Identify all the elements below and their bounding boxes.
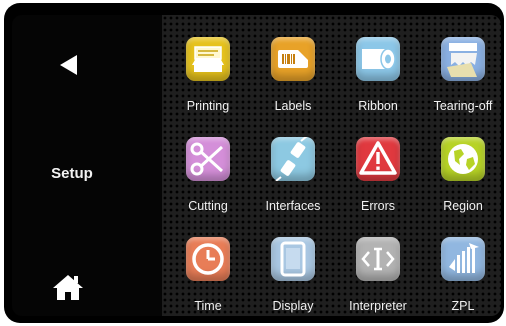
page-title: Setup [51, 165, 93, 182]
printing-icon [186, 37, 230, 81]
display-icon [271, 237, 315, 281]
device-bezel: Setup Printing Labels Ribbon Tearing-off… [4, 3, 504, 323]
tile-cutting[interactable]: Cutting [165, 123, 251, 219]
zpl-icon [441, 237, 485, 281]
tile-printing[interactable]: Printing [165, 23, 251, 119]
tile-interfaces[interactable]: Interfaces [250, 123, 336, 219]
home-icon [53, 275, 83, 300]
touch-screen: Setup Printing Labels Ribbon Tearing-off… [12, 15, 501, 316]
globe-icon [441, 137, 485, 181]
tile-interpreter[interactable]: Interpreter [335, 223, 421, 316]
tile-labels[interactable]: Labels [250, 23, 336, 119]
tile-region[interactable]: Region [420, 123, 501, 219]
clock-icon [186, 237, 230, 281]
back-arrow-icon [60, 55, 77, 75]
ribbon-icon [356, 37, 400, 81]
back-button[interactable] [47, 45, 87, 85]
tile-errors[interactable]: Errors [335, 123, 421, 219]
tile-label: Tearing-off [433, 99, 493, 113]
sidebar: Setup [12, 15, 162, 316]
interfaces-icon [271, 137, 315, 181]
warning-icon [356, 137, 400, 181]
tile-zpl[interactable]: ZPL [420, 223, 501, 316]
menu-grid: Printing Labels Ribbon Tearing-off Cutti… [162, 15, 501, 316]
tearing-off-icon [441, 37, 485, 81]
tile-display[interactable]: Display [250, 223, 336, 316]
tile-ribbon[interactable]: Ribbon [335, 23, 421, 119]
tile-label: ZPL [451, 299, 475, 313]
tile-label: Region [443, 199, 483, 213]
tile-time[interactable]: Time [165, 223, 251, 316]
tile-tearing-off[interactable]: Tearing-off [420, 23, 501, 119]
labels-icon [271, 37, 315, 81]
interpreter-icon [356, 237, 400, 281]
scissors-icon [186, 137, 230, 181]
home-button[interactable] [52, 273, 88, 303]
